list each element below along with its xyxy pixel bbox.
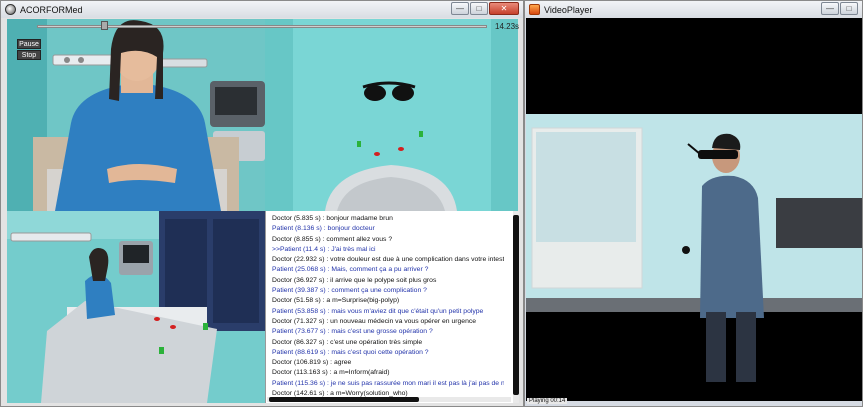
app-icon xyxy=(5,4,16,15)
elapsed-time: 14.23s xyxy=(495,22,520,31)
minimize-button[interactable]: — xyxy=(821,2,839,15)
patient-message: Patient (39.387 s) : comment ça une comp… xyxy=(272,287,427,295)
video-scene xyxy=(526,18,862,401)
doctor-message: Doctor (5.835 s) : bonjour madame brun xyxy=(272,215,393,222)
patient-message: Patient (88.619 s) : mais c'est quoi cet… xyxy=(272,348,429,356)
titlebar[interactable]: ACORFORMed — □ ✕ xyxy=(1,1,523,18)
acorformed-window: ACORFORMed — □ ✕ Pause Stop 14.23s Docto… xyxy=(0,0,524,407)
patient-message: Patient (73.677 s) : mais c'est une gros… xyxy=(272,328,433,336)
room-overview-viewport[interactable] xyxy=(7,211,265,403)
playback-status: Playing 00:14 xyxy=(527,398,568,404)
doctor-message: Doctor (22.932 s) : votre douleur est du… xyxy=(272,256,504,264)
doctor-message: Doctor (51.58 s) : a m=Surprise(big-poly… xyxy=(272,297,400,305)
window-title: ACORFORMed xyxy=(20,4,83,15)
transcript-vertical-scrollbar[interactable] xyxy=(513,211,519,403)
window-title: VideoPlayer xyxy=(544,4,593,15)
timeline-slider-handle[interactable] xyxy=(100,21,108,30)
patient-closeup-viewport[interactable]: Pause Stop xyxy=(7,19,265,211)
doctor-message: Doctor (86.327 s) : c'est une opération … xyxy=(272,338,423,346)
video-app-icon xyxy=(529,4,540,15)
maximize-button[interactable]: □ xyxy=(470,2,488,15)
titlebar[interactable]: VideoPlayer — □ xyxy=(525,1,862,18)
stop-button[interactable]: Stop xyxy=(17,50,41,60)
minimize-button[interactable]: — xyxy=(451,2,469,15)
patient-message: Patient (8.136 s) : bonjour docteur xyxy=(272,225,375,233)
patient-message: >>Patient (11.4 s) : J'ai très mal ici xyxy=(272,245,376,253)
vertical-scroll-thumb[interactable] xyxy=(513,215,519,395)
close-button[interactable]: ✕ xyxy=(489,2,519,15)
doctor-message: Doctor (71.327 s) : un nouveau médecin v… xyxy=(272,317,477,325)
patient-message: Patient (115.36 s) : je ne suis pas rass… xyxy=(272,379,504,387)
doctor-pov-viewport[interactable] xyxy=(265,19,518,211)
room-overview-scene xyxy=(7,211,265,403)
doctor-message: Doctor (106.819 s) : agree xyxy=(272,359,352,367)
playback-controls: Pause Stop xyxy=(17,39,41,61)
maximize-button[interactable]: □ xyxy=(840,2,858,15)
pause-button[interactable]: Pause xyxy=(17,39,41,49)
patient-closeup-scene xyxy=(7,19,265,211)
dialogue-transcript[interactable]: Doctor (5.835 s) : bonjour madame brun Pa… xyxy=(265,211,518,403)
video-frame[interactable] xyxy=(526,18,862,401)
patient-message: Patient (25.068 s) : Mais, comment ça a … xyxy=(272,266,429,274)
videoplayer-window: VideoPlayer — □ Playing 00:14 xyxy=(524,0,863,407)
doctor-message: Doctor (36.927 s) : il arrive que le pol… xyxy=(272,276,437,284)
transcript-horizontal-scrollbar[interactable] xyxy=(267,397,511,402)
doctor-message: Doctor (113.163 s) : a m=Inform(afraid) xyxy=(272,369,390,377)
doctor-pov-scene xyxy=(265,19,518,211)
doctor-message: Doctor (8.855 s) : comment allez vous ? xyxy=(272,235,393,243)
patient-message: Patient (53.858 s) : mais vous m'aviez d… xyxy=(272,307,484,315)
horizontal-scroll-thumb[interactable] xyxy=(269,397,419,402)
